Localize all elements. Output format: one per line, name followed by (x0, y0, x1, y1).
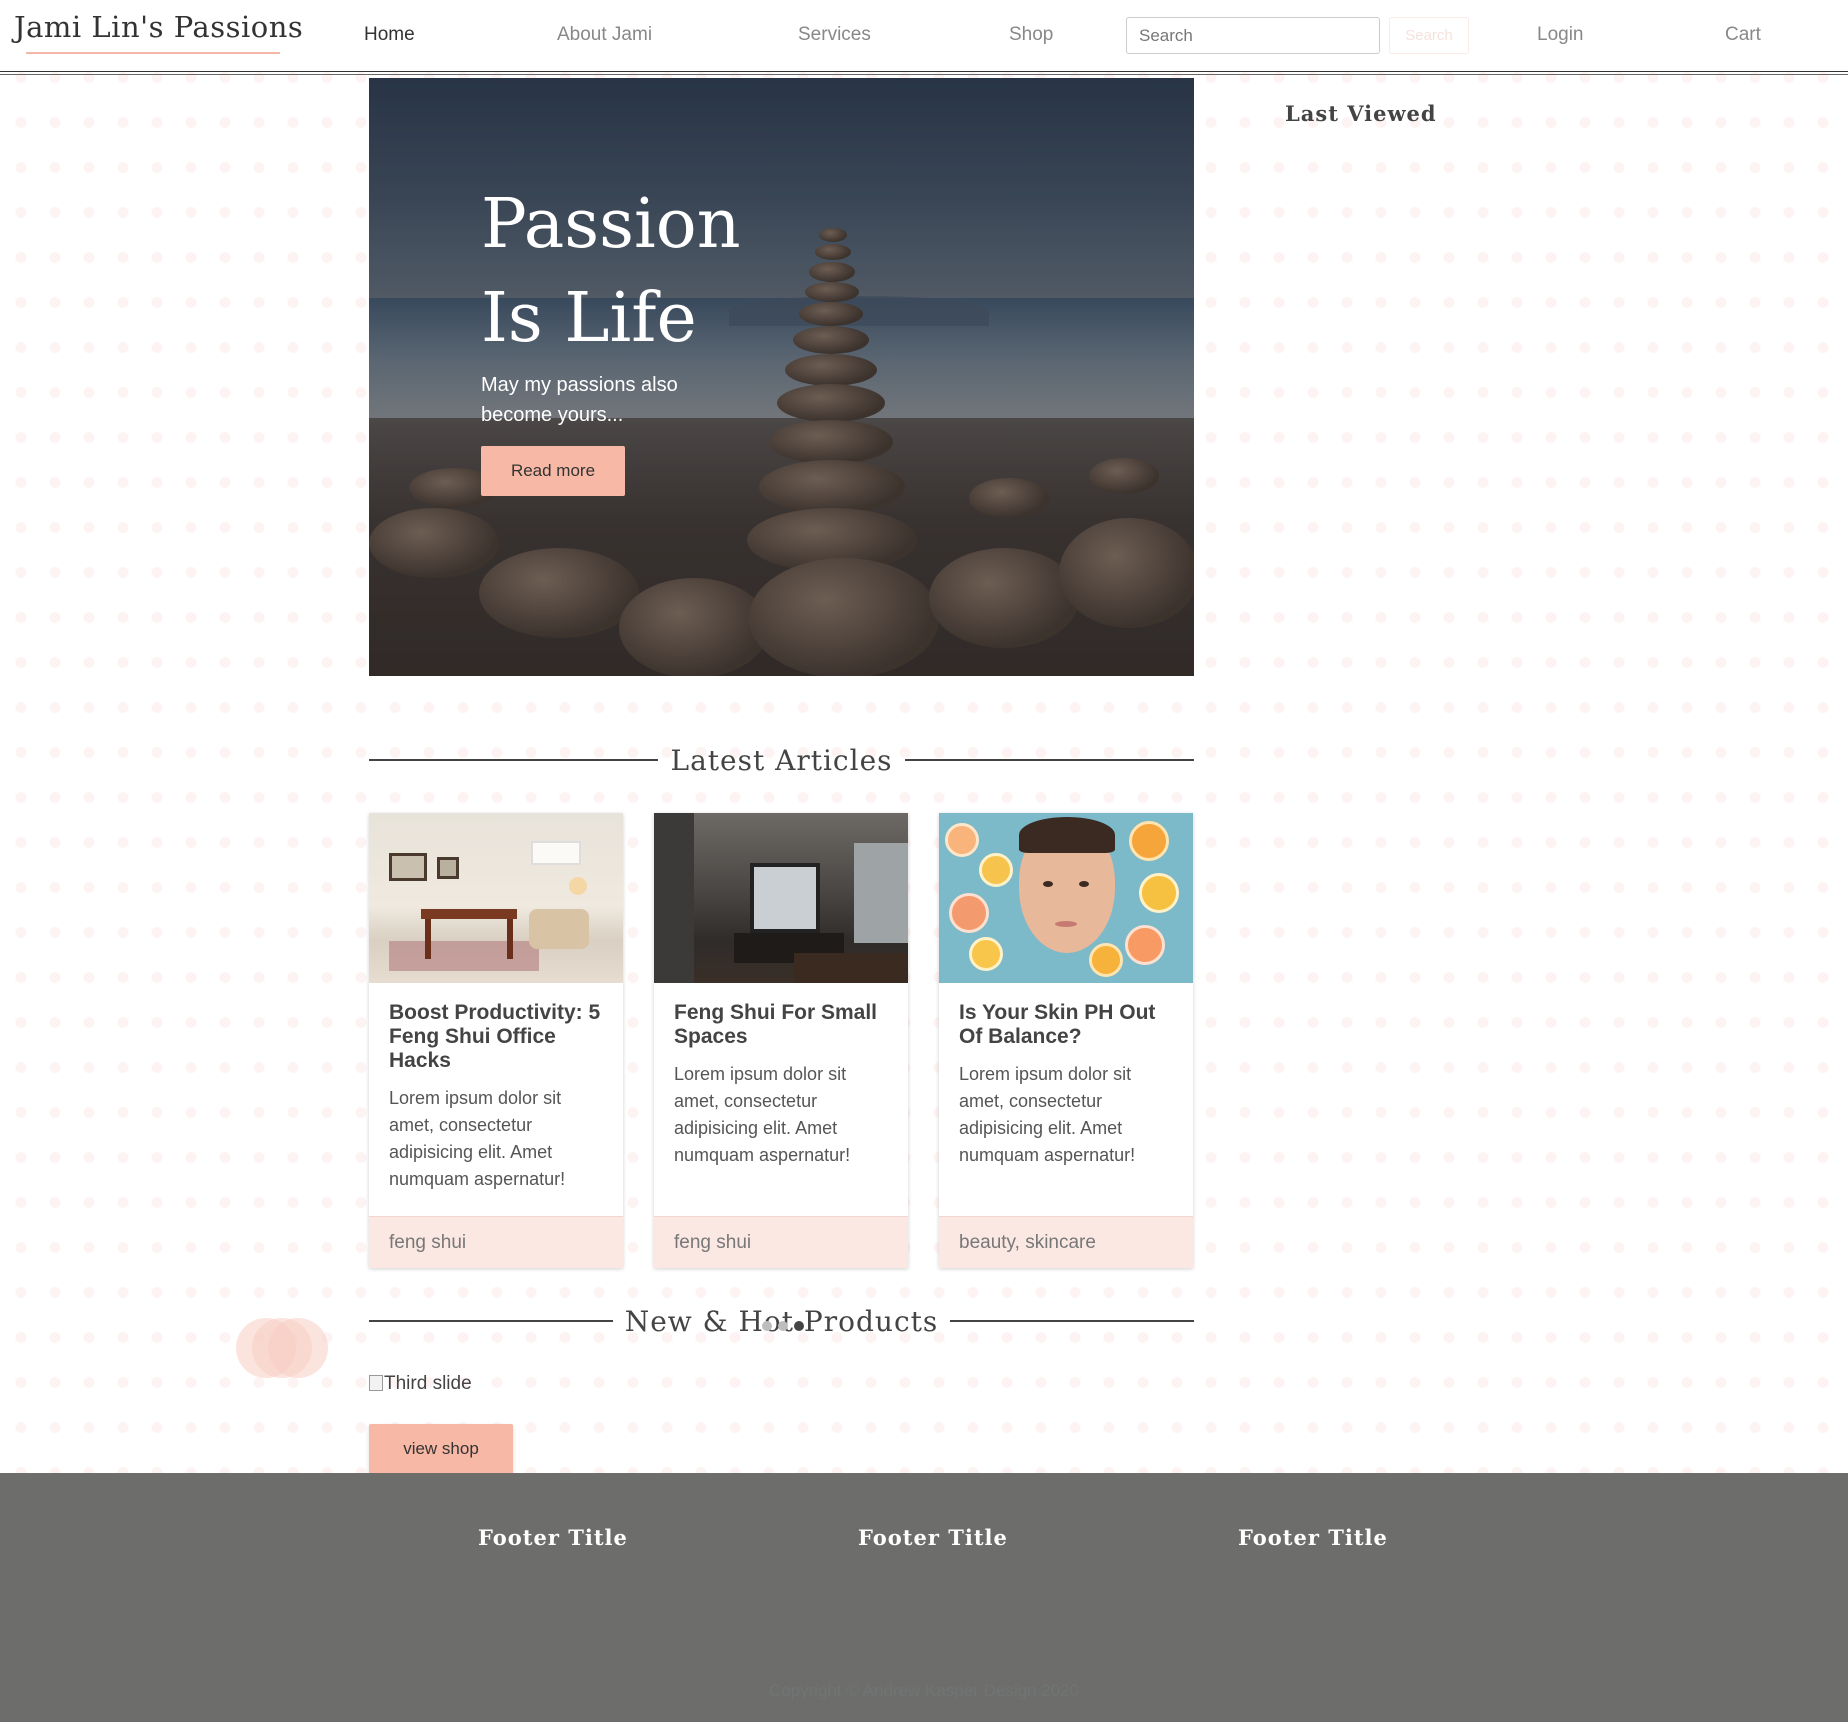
article-excerpt: Lorem ipsum dolor sit amet, consectetur … (674, 1064, 851, 1165)
site-footer: Footer Title Footer Title Footer Title C… (0, 1473, 1848, 1722)
article-title[interactable]: Is Your Skin PH Out Of Balance? (959, 1001, 1173, 1049)
article-thumbnail-room[interactable] (654, 813, 908, 983)
divider-line (904, 759, 1194, 761)
divider-line (369, 759, 659, 761)
read-more-button[interactable]: Read more (481, 446, 625, 496)
last-viewed-heading: Last Viewed (1285, 101, 1437, 126)
brand-logo[interactable]: Jami Lin's Passions (14, 10, 303, 44)
hero-banner: Passion Is Life May my passions also bec… (369, 78, 1194, 676)
latest-articles-heading: Latest Articles (369, 740, 1194, 780)
search-button[interactable]: Search (1389, 17, 1469, 54)
broken-image-icon (369, 1375, 383, 1391)
nav-link-services[interactable]: Services (798, 24, 871, 46)
carousel-circle (268, 1318, 328, 1378)
footer-title-1: Footer Title (478, 1525, 628, 1550)
carousel-indicator-1[interactable] (762, 1321, 772, 1331)
product-slide-alt: Third slide (384, 1373, 472, 1394)
article-title[interactable]: Feng Shui For Small Spaces (674, 1001, 888, 1049)
nav-link-about[interactable]: About Jami (557, 24, 652, 46)
nav-link-home[interactable]: Home (364, 24, 415, 46)
article-tags: beauty, skincare (939, 1216, 1193, 1268)
view-shop-button[interactable]: view shop (369, 1424, 513, 1474)
nav-link-login[interactable]: Login (1537, 24, 1584, 46)
footer-title-2: Footer Title (858, 1525, 1008, 1550)
hero-subtitle: May my passions also become yours... (481, 374, 678, 426)
article-title[interactable]: Boost Productivity: 5 Feng Shui Office H… (389, 1001, 603, 1073)
copyright-text: Copyright © Andrew Kasper Design 2020 (768, 1681, 1080, 1700)
brand-underline (26, 52, 280, 54)
divider-line (369, 1320, 613, 1322)
article-tags: feng shui (654, 1216, 908, 1268)
article-card[interactable]: Is Your Skin PH Out Of Balance? Lorem ip… (939, 813, 1193, 1268)
hero-title: Passion Is Life (481, 178, 881, 366)
divider-line (950, 1320, 1194, 1322)
carousel-indicator-2[interactable] (778, 1321, 788, 1331)
search-input[interactable] (1126, 17, 1380, 54)
hero-title-line1: Passion (481, 185, 741, 264)
latest-articles-title: Latest Articles (670, 743, 893, 777)
article-card[interactable]: Feng Shui For Small Spaces Lorem ipsum d… (654, 813, 908, 1268)
article-thumbnail-citrus-face[interactable] (939, 813, 1193, 983)
article-excerpt: Lorem ipsum dolor sit amet, consectetur … (959, 1064, 1136, 1165)
article-tags: feng shui (369, 1216, 623, 1268)
nav-link-cart[interactable]: Cart (1725, 24, 1761, 46)
article-card[interactable]: Boost Productivity: 5 Feng Shui Office H… (369, 813, 623, 1268)
nav-link-shop[interactable]: Shop (1009, 24, 1053, 46)
article-thumbnail-office[interactable] (369, 813, 623, 983)
hero-title-line2: Is Life (481, 279, 697, 358)
product-slide-image[interactable]: Third slide (369, 1373, 472, 1395)
footer-title-3: Footer Title (1238, 1525, 1388, 1550)
article-excerpt: Lorem ipsum dolor sit amet, consectetur … (389, 1088, 566, 1189)
carousel-indicator-3[interactable] (794, 1321, 804, 1331)
navbar: Jami Lin's Passions Home About Jami Serv… (0, 0, 1848, 75)
